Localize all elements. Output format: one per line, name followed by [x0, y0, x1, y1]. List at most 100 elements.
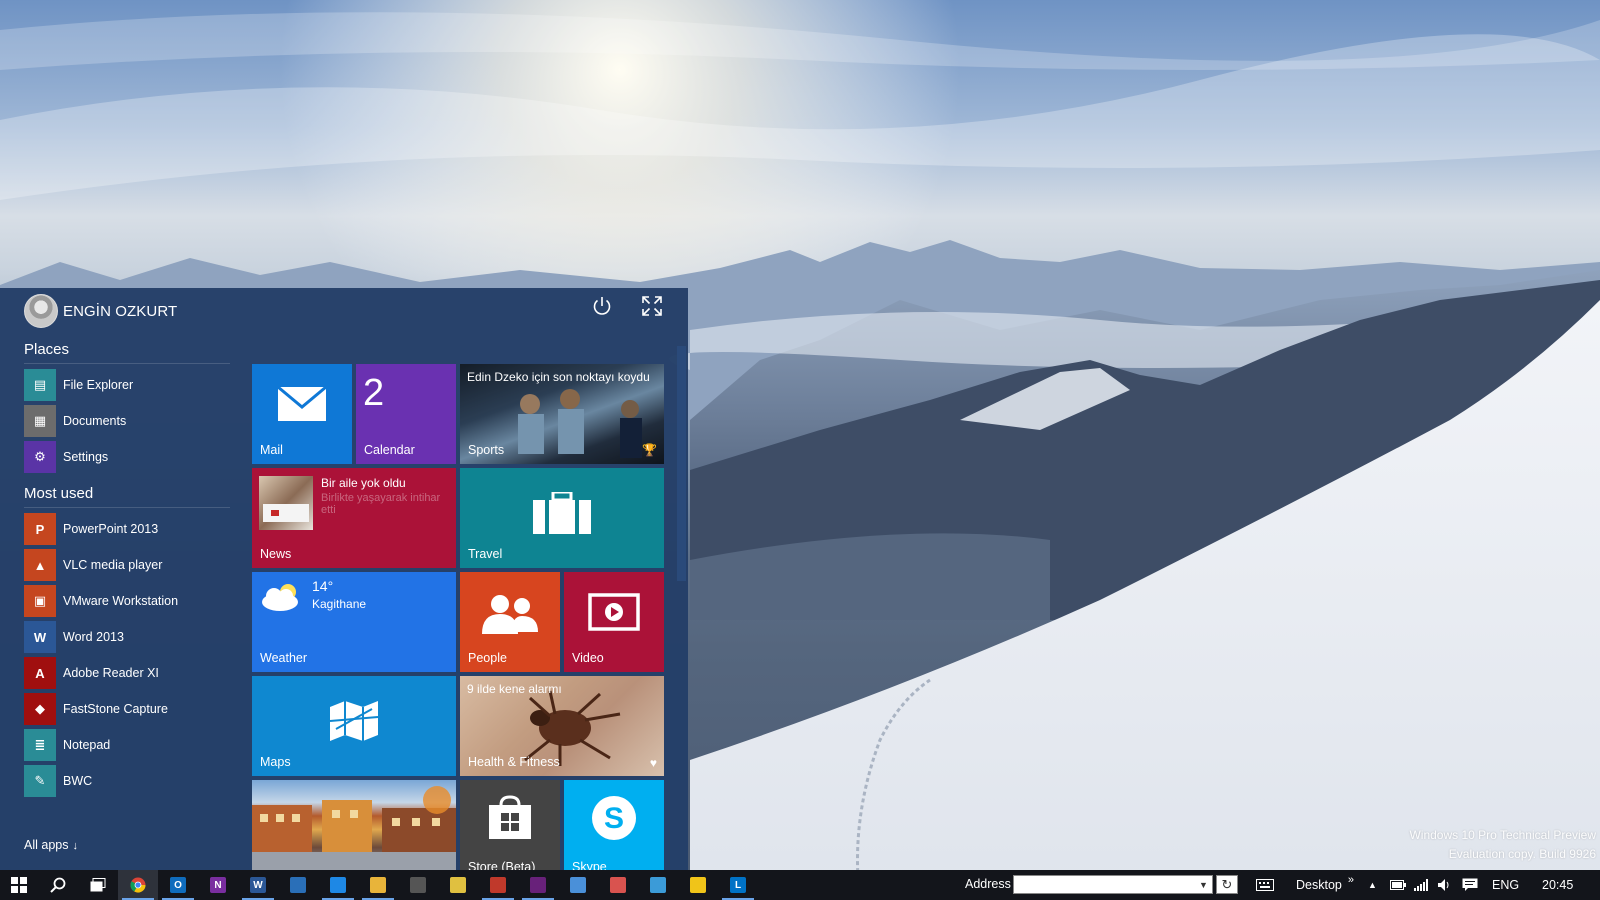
taskbar-button-photos[interactable] [438, 870, 478, 900]
taskbar: ONW L [0, 870, 1600, 900]
keyboard-toolbar[interactable] [1256, 870, 1274, 900]
all-apps-button[interactable]: All apps ↓ [24, 838, 78, 852]
expand-button[interactable] [640, 294, 664, 318]
taskbar-button-paint[interactable] [598, 870, 638, 900]
menu-item-documents[interactable]: ▦ Documents [24, 403, 133, 439]
menu-item-bwc[interactable]: ✎ BWC [24, 763, 178, 799]
tile-photos[interactable] [252, 780, 456, 870]
menu-item-notepad[interactable]: ≣ Notepad [24, 727, 178, 763]
watermark-line-2: Evaluation copy. Build 9926 [1448, 847, 1596, 861]
menu-item-vmware-workstation[interactable]: ▣ VMware Workstation [24, 583, 178, 619]
keyboard-icon [1256, 879, 1274, 891]
calendar-date-number: 2 [363, 372, 385, 414]
vlc-icon: ▲ [24, 549, 56, 581]
menu-item-file-explorer[interactable]: ▤ File Explorer [24, 367, 133, 403]
user-name: ENGİN OZKURT [63, 302, 178, 320]
all-apps-label: All apps [24, 838, 69, 852]
menu-item-word-2013[interactable]: W Word 2013 [24, 619, 178, 655]
taskbar-button-visual-studio[interactable] [518, 870, 558, 900]
address-input[interactable] [1013, 875, 1213, 894]
user-account[interactable]: ENGİN OZKURT [24, 294, 177, 328]
tile-sports[interactable]: Edin Dzeko için son noktayı koydu Sports… [460, 364, 664, 464]
avatar [24, 294, 58, 328]
tile-travel[interactable]: Travel [460, 468, 664, 568]
tile-sports-label: Sports [468, 443, 505, 457]
app-blue-icon [330, 877, 346, 893]
outlook-icon: O [170, 877, 186, 893]
task-view-icon [90, 878, 106, 892]
battery-status[interactable] [1390, 870, 1406, 900]
news-subline: Birlikte yaşayarak intihar etti [321, 492, 441, 516]
tile-store[interactable]: Store (Beta) [460, 780, 560, 870]
heart-icon: ♥ [649, 756, 657, 770]
taskbar-button-store[interactable] [398, 870, 438, 900]
menu-item-label: PowerPoint 2013 [63, 522, 159, 536]
tile-calendar[interactable]: 2 Calendar [356, 364, 456, 464]
desktop-toolbar[interactable]: Desktop » [1296, 870, 1354, 900]
tile-maps[interactable]: Maps [252, 676, 456, 776]
taskbar-button-faststone[interactable] [478, 870, 518, 900]
menu-item-label: Settings [63, 450, 109, 464]
faststone-icon: ◆ [24, 693, 56, 725]
tile-skype-label: Skype [572, 860, 607, 870]
store-bag-icon [489, 795, 531, 839]
sticky-icon [690, 877, 706, 893]
powerpoint-icon: P [24, 513, 56, 545]
tile-news[interactable]: Bir aile yok oldu Birlikte yaşayarak int… [252, 468, 456, 568]
chevron-down-icon[interactable]: ▼ [1199, 880, 1209, 890]
most-used-title: Most used [24, 485, 94, 502]
tile-video[interactable]: Video [564, 572, 664, 672]
tile-mail[interactable]: Mail [252, 364, 352, 464]
menu-item-powerpoint-2013[interactable]: P PowerPoint 2013 [24, 511, 178, 547]
taskbar-button-remote-desktop[interactable] [558, 870, 598, 900]
menu-item-faststone-capture[interactable]: ◆ FastStone Capture [24, 691, 178, 727]
media-icon [650, 877, 666, 893]
language-label: ENG [1492, 878, 1520, 892]
taskbar-button-sticky[interactable] [678, 870, 718, 900]
language-indicator[interactable]: ENG [1492, 870, 1519, 900]
places-list: ▤ File Explorer ▦ Documents ⚙ Settings [24, 367, 133, 475]
paint-icon [610, 877, 626, 893]
taskbar-button-media[interactable] [638, 870, 678, 900]
taskbar-button-powershell[interactable] [278, 870, 318, 900]
taskbar-button-onenote[interactable]: N [198, 870, 238, 900]
people-icon [482, 595, 538, 634]
tile-health-fitness[interactable]: 9 ilde kene alarmı Health & Fitness ♥ [460, 676, 664, 776]
taskbar-button-start-windows[interactable] [0, 870, 38, 900]
taskbar-button-lync[interactable]: L [718, 870, 758, 900]
menu-item-settings[interactable]: ⚙ Settings [24, 439, 133, 475]
action-center-button[interactable] [1462, 870, 1478, 900]
refresh-button[interactable]: ↻ [1216, 875, 1238, 894]
store-icon [410, 877, 426, 893]
show-hidden-icons-button[interactable]: ▲ [1368, 870, 1377, 900]
weather-city: Kagithane [312, 597, 367, 611]
taskbar-button-word[interactable]: W [238, 870, 278, 900]
taskbar-button-chrome[interactable] [118, 870, 158, 900]
adobe-reader-icon: A [24, 657, 56, 689]
search-icon [50, 877, 66, 893]
clock-time: 20:45 [1542, 878, 1574, 892]
menu-item-vlc-media-player[interactable]: ▲ VLC media player [24, 547, 178, 583]
power-button[interactable] [590, 294, 614, 318]
network-status[interactable] [1414, 870, 1428, 900]
tile-skype[interactable]: S Skype [564, 780, 664, 870]
tile-people[interactable]: People [460, 572, 560, 672]
skype-icon: S [592, 795, 636, 840]
news-headline: Bir aile yok oldu [321, 476, 406, 490]
places-divider [24, 363, 230, 364]
most-used-divider [24, 507, 230, 508]
taskbar-button-app-blue[interactable] [318, 870, 358, 900]
taskbar-button-task-view[interactable] [78, 870, 118, 900]
start-windows-icon [11, 877, 27, 893]
volume-control[interactable] [1438, 870, 1452, 900]
taskbar-button-search[interactable] [38, 870, 78, 900]
taskbar-button-outlook[interactable]: O [158, 870, 198, 900]
clock[interactable]: 20:45 [1542, 870, 1573, 900]
start-scrollbar[interactable] [677, 336, 686, 866]
maps-icon [329, 701, 379, 741]
taskbar-button-file-explorer[interactable] [358, 870, 398, 900]
menu-item-adobe-reader-xi[interactable]: A Adobe Reader XI [24, 655, 178, 691]
tile-weather[interactable]: 14° Kagithane Weather [252, 572, 456, 672]
video-icon [588, 593, 640, 631]
scrollbar-thumb[interactable] [677, 346, 686, 581]
